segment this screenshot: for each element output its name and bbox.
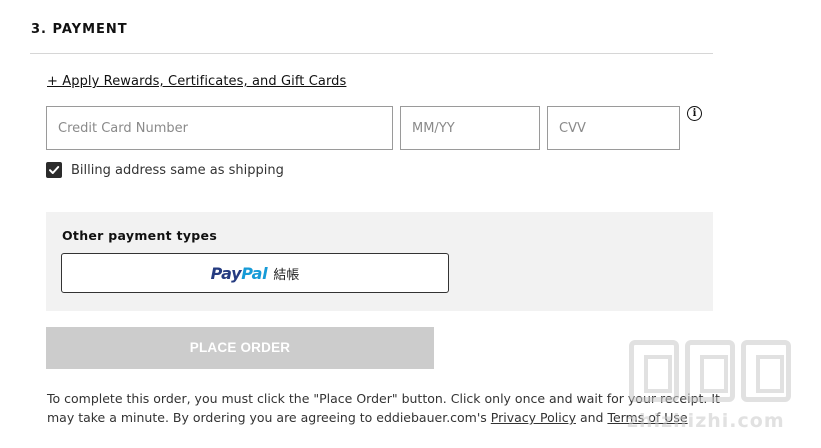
expiry-date-input[interactable] <box>400 106 540 150</box>
paypal-logo: PayPal <box>211 264 268 283</box>
section-title: 3. PAYMENT <box>31 22 128 37</box>
other-payment-title: Other payment types <box>62 228 218 243</box>
legal-notice: To complete this order, you must click t… <box>47 389 727 427</box>
paypal-checkout-button[interactable]: PayPal 結帳 <box>61 253 449 293</box>
billing-same-checkbox[interactable] <box>46 162 62 178</box>
cvv-input[interactable] <box>547 106 680 150</box>
info-icon[interactable]: i <box>687 106 702 121</box>
paypal-checkout-label: 結帳 <box>273 267 300 283</box>
terms-of-use-link[interactable]: Terms of Use <box>607 410 687 425</box>
billing-same-label[interactable]: Billing address same as shipping <box>71 163 284 178</box>
apply-rewards-link[interactable]: + Apply Rewards, Certificates, and Gift … <box>47 74 346 89</box>
checkmark-icon <box>49 166 60 174</box>
place-order-button[interactable]: PLACE ORDER <box>46 327 434 369</box>
privacy-policy-link[interactable]: Privacy Policy <box>491 410 576 425</box>
paypal-logo-pal: Pal <box>241 263 268 283</box>
section-divider <box>30 53 713 54</box>
paypal-logo-pay: Pay <box>210 263 242 283</box>
credit-card-number-input[interactable] <box>46 106 393 150</box>
legal-and: and <box>575 410 608 425</box>
